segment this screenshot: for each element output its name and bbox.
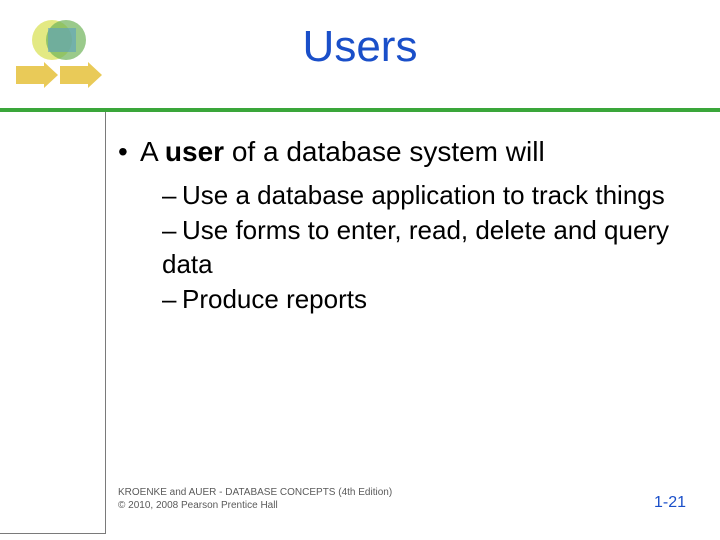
divider-line bbox=[0, 108, 720, 112]
footer-line1: KROENKE and AUER - DATABASE CONCEPTS (4t… bbox=[118, 486, 392, 499]
main-bullet-prefix: A bbox=[140, 136, 165, 167]
main-bullet-bold: user bbox=[165, 136, 224, 167]
page-number: 1-21 bbox=[654, 494, 686, 512]
sub-bullet: –Produce reports bbox=[162, 283, 678, 316]
main-bullet: •A user of a database system will bbox=[118, 134, 678, 169]
slide-title: Users bbox=[0, 22, 720, 72]
body-content: •A user of a database system will –Use a… bbox=[118, 134, 678, 318]
main-bullet-suffix: of a database system will bbox=[224, 136, 545, 167]
sub-bullet: –Use a database application to track thi… bbox=[162, 179, 678, 212]
footer-attribution: KROENKE and AUER - DATABASE CONCEPTS (4t… bbox=[118, 486, 392, 512]
footer-line2: © 2010, 2008 Pearson Prentice Hall bbox=[118, 499, 392, 512]
sub-bullet: –Use forms to enter, read, delete and qu… bbox=[162, 214, 678, 281]
sub-bullet-list: –Use a database application to track thi… bbox=[162, 179, 678, 316]
left-placeholder-box bbox=[0, 112, 106, 534]
